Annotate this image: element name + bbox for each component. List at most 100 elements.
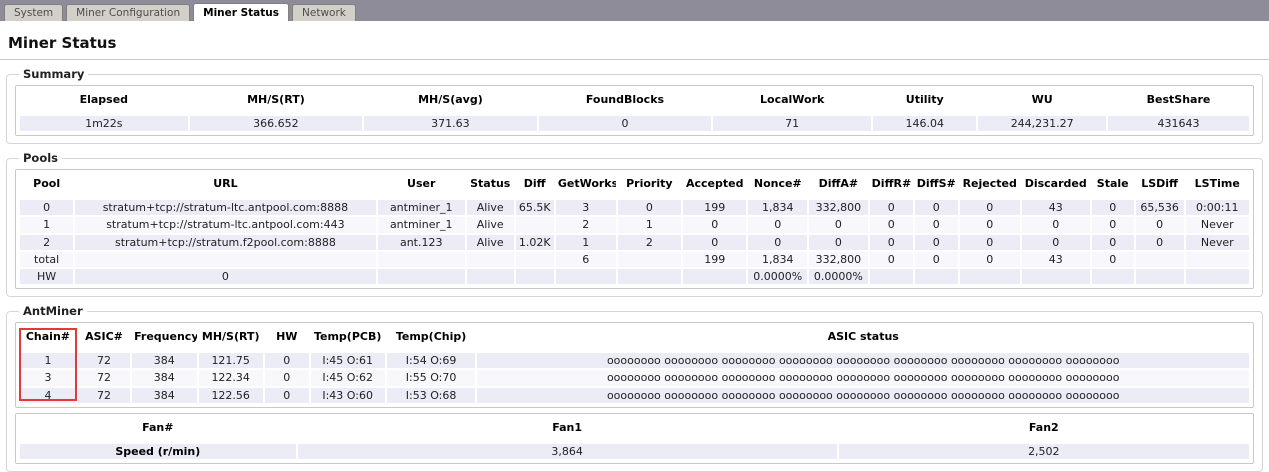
table-cell: 2,502	[839, 444, 1249, 459]
table-cell	[1186, 252, 1250, 267]
table-cell: 332,800	[809, 200, 868, 215]
table-cell: 2	[618, 235, 681, 250]
table-cell: 366.652	[190, 116, 363, 131]
table-cell: 0	[265, 370, 309, 385]
chain-header-chain: Chain#	[20, 327, 76, 351]
antminer-section: AntMiner Chain# ASIC# Frequency MH/S(RT)…	[6, 304, 1263, 472]
table-cell: I:55 O:70	[387, 370, 476, 385]
summary-header-bestshare: BestShare	[1108, 90, 1249, 114]
table-cell	[378, 269, 465, 284]
table-cell: 1,834	[748, 252, 807, 267]
summary-table: Elapsed MH/S(RT) MH/S(avg) FoundBlocks L…	[18, 88, 1251, 133]
table-cell: 0	[960, 252, 1020, 267]
fan-header-fan1: Fan1	[298, 418, 837, 442]
fan-table: Fan# Fan1 Fan2 Speed (r/min)3,8642,502	[18, 416, 1251, 461]
pools-header-rejected: Rejected	[960, 174, 1020, 198]
summary-header-localwork: LocalWork	[713, 90, 871, 114]
table-cell: 1	[20, 217, 73, 232]
table-cell: 0	[870, 252, 913, 267]
summary-table-box: Elapsed MH/S(RT) MH/S(avg) FoundBlocks L…	[15, 85, 1254, 136]
table-cell: 0	[960, 235, 1020, 250]
table-cell	[1186, 269, 1250, 284]
table-cell: 0	[683, 217, 746, 232]
table-cell	[75, 252, 375, 267]
table-row: 1m22s366.652371.63071146.04244,231.27431…	[20, 116, 1249, 131]
table-cell: stratum+tcp://stratum.f2pool.com:8888	[75, 235, 375, 250]
table-cell: 0	[1092, 252, 1134, 267]
table-cell: 0	[1022, 235, 1090, 250]
chain-header-mhs-rt: MH/S(RT)	[199, 327, 263, 351]
table-cell	[1092, 269, 1134, 284]
tab-miner-configuration[interactable]: Miner Configuration	[66, 4, 190, 21]
tab-network[interactable]: Network	[292, 4, 356, 21]
tab-miner-status[interactable]: Miner Status	[193, 3, 289, 21]
table-cell: 0	[1092, 235, 1134, 250]
table-row: 472384122.560I:43 O:60I:53 O:68oooooooo …	[20, 388, 1249, 403]
summary-header-mhs-rt: MH/S(RT)	[190, 90, 363, 114]
table-cell: 0:00:11	[1186, 200, 1250, 215]
fan-table-box: Fan# Fan1 Fan2 Speed (r/min)3,8642,502	[15, 413, 1254, 464]
table-cell: stratum+tcp://stratum-ltc.antpool.com:44…	[75, 217, 375, 232]
table-cell: 0	[870, 217, 913, 232]
table-cell: 1	[556, 235, 616, 250]
tab-system[interactable]: System	[4, 4, 63, 21]
table-cell	[618, 252, 681, 267]
table-cell: 0.0000%	[809, 269, 868, 284]
table-cell: Never	[1186, 235, 1250, 250]
table-cell	[870, 269, 913, 284]
table-cell: 384	[132, 370, 196, 385]
pools-header-lsdiff: LSDiff	[1136, 174, 1184, 198]
table-cell: 0	[1022, 217, 1090, 232]
table-cell: Speed (r/min)	[20, 444, 296, 459]
table-cell: 0	[915, 235, 958, 250]
table-cell	[683, 269, 746, 284]
table-row: HW00.0000%0.0000%	[20, 269, 1249, 284]
pools-header-diff: Diff	[516, 174, 554, 198]
table-cell: 0.0000%	[748, 269, 807, 284]
pools-header-priority: Priority	[618, 174, 681, 198]
table-cell: 0	[960, 217, 1020, 232]
chain-table: Chain# ASIC# Frequency MH/S(RT) HW Temp(…	[18, 325, 1251, 405]
pools-header-status: Status	[467, 174, 514, 198]
table-cell: 244,231.27	[978, 116, 1106, 131]
table-cell: 0	[265, 353, 309, 368]
table-cell: 122.56	[199, 388, 263, 403]
table-cell	[1136, 252, 1184, 267]
pools-header-user: User	[378, 174, 465, 198]
fan-header-fan2: Fan2	[839, 418, 1249, 442]
table-cell: 0	[809, 235, 868, 250]
table-cell: 431643	[1108, 116, 1249, 131]
table-cell: 0	[1092, 200, 1134, 215]
tab-bar: System Miner Configuration Miner Status …	[0, 0, 1269, 21]
fan-table-body: Speed (r/min)3,8642,502	[20, 444, 1249, 459]
table-cell: 1m22s	[20, 116, 188, 131]
table-cell: Never	[1186, 217, 1250, 232]
table-cell: oooooooo oooooooo oooooooo oooooooo oooo…	[477, 370, 1249, 385]
table-cell: 122.34	[199, 370, 263, 385]
table-cell: 1	[618, 217, 681, 232]
table-row: total61991,834332,800000430	[20, 252, 1249, 267]
chain-header-temp-pcb: Temp(PCB)	[311, 327, 385, 351]
table-cell: 199	[683, 200, 746, 215]
table-cell: I:45 O:61	[311, 353, 385, 368]
summary-section: Summary Elapsed MH/S(RT) MH/S(avg) Found…	[6, 67, 1263, 144]
table-cell: 0	[915, 200, 958, 215]
table-cell: 371.63	[364, 116, 537, 131]
table-cell: 146.04	[873, 116, 976, 131]
pools-header-pool: Pool	[20, 174, 73, 198]
table-row: 172384121.750I:45 O:61I:54 O:69oooooooo …	[20, 353, 1249, 368]
table-cell: 3,864	[298, 444, 837, 459]
table-cell	[556, 269, 616, 284]
summary-header-wu: WU	[978, 90, 1106, 114]
table-cell	[915, 269, 958, 284]
table-cell: 0	[870, 235, 913, 250]
pools-header-row: Pool URL User Status Diff GetWorks Prior…	[20, 174, 1249, 198]
chain-header-frequency: Frequency	[132, 327, 196, 351]
table-cell: antminer_1	[378, 200, 465, 215]
pools-table-box: Pool URL User Status Diff GetWorks Prior…	[15, 169, 1254, 289]
table-row: 2stratum+tcp://stratum.f2pool.com:8888an…	[20, 235, 1249, 250]
table-cell: 43	[1022, 200, 1090, 215]
summary-legend: Summary	[19, 67, 88, 81]
table-cell: 384	[132, 388, 196, 403]
chain-header-temp-chip: Temp(Chip)	[387, 327, 476, 351]
